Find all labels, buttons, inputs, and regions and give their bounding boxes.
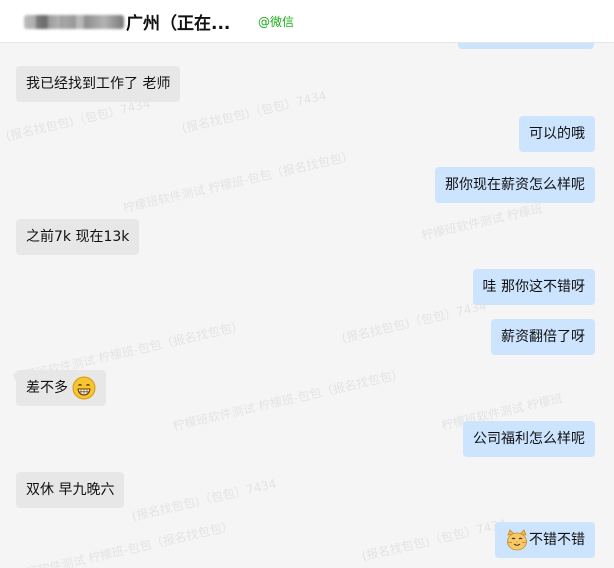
cat-face-icon — [507, 529, 527, 551]
watermark-text: 柠檬班软件测试 柠檬班-包包（报名找包包） — [121, 148, 355, 216]
watermark-text: (报名找包包)（包包）7434 — [360, 516, 508, 564]
message-bubble-incoming[interactable]: 我已经找到工作了 老师 — [16, 66, 181, 102]
watermark-text: (报名找包包)（包包）7434 — [4, 96, 152, 144]
message-bubble-outgoing[interactable]: 公司福利怎么样呢 — [463, 421, 595, 457]
message-text: 差不多 — [26, 380, 68, 396]
message-bubble-partial[interactable] — [458, 43, 594, 49]
message-bubble-incoming[interactable]: 双休 早九晚六 — [16, 472, 125, 508]
watermark-text: 柠檬班软件测试 柠檬班-包包（报名找包包） — [171, 366, 405, 434]
chat-window: 广州（正在... @微信 (报名找包包)（包包）7434 (报名找包包)（包包）… — [0, 0, 614, 568]
message-list[interactable]: (报名找包包)（包包）7434 (报名找包包)（包包）7434 柠檬班软件测试 … — [0, 43, 614, 568]
message-bubble-outgoing[interactable]: 那你现在薪资怎么样呢 — [435, 167, 595, 203]
watermark-text: (报名找包包)（包包）7434 — [130, 476, 278, 524]
contact-name[interactable]: 广州（正在... — [24, 9, 230, 34]
message-bubble-outgoing[interactable]: 不错不错 — [495, 522, 595, 558]
message-text: 之前7k 现在13k — [26, 229, 130, 245]
watermark-text: 柠檬班软件测试 柠檬班-包包（报名找包包） — [1, 518, 235, 568]
watermark-text: (报名找包包)（包包）7434 — [340, 298, 488, 346]
message-text: 我已经找到工作了 老师 — [26, 76, 171, 92]
redacted-name-mask — [24, 14, 124, 29]
message-text: 哇 那你这不错呀 — [482, 279, 585, 295]
message-bubble-outgoing[interactable]: 可以的哦 — [519, 116, 595, 152]
source-tag: @微信 — [258, 15, 295, 29]
chat-header: 广州（正在... @微信 — [0, 0, 614, 43]
watermark-text: (报名找包包)（包包）7434 — [180, 88, 328, 136]
message-text: 薪资翻倍了呀 — [501, 329, 585, 345]
message-text: 可以的哦 — [529, 126, 585, 142]
contact-name-text: 广州（正在... — [126, 14, 231, 34]
message-bubble-incoming[interactable]: 差不多 — [16, 370, 107, 406]
message-text: 不错不错 — [529, 532, 585, 548]
message-bubble-outgoing[interactable]: 哇 那你这不错呀 — [472, 269, 595, 305]
message-text: 那你现在薪资怎么样呢 — [445, 177, 585, 193]
message-text: 双休 早九晚六 — [26, 482, 115, 498]
message-bubble-outgoing[interactable]: 薪资翻倍了呀 — [491, 319, 595, 355]
message-text: 公司福利怎么样呢 — [473, 431, 585, 447]
message-bubble-incoming[interactable]: 之前7k 现在13k — [16, 219, 140, 255]
grinning-face-icon — [72, 376, 96, 400]
watermark-text: 柠檬班软件测试 柠檬班 — [420, 201, 544, 243]
